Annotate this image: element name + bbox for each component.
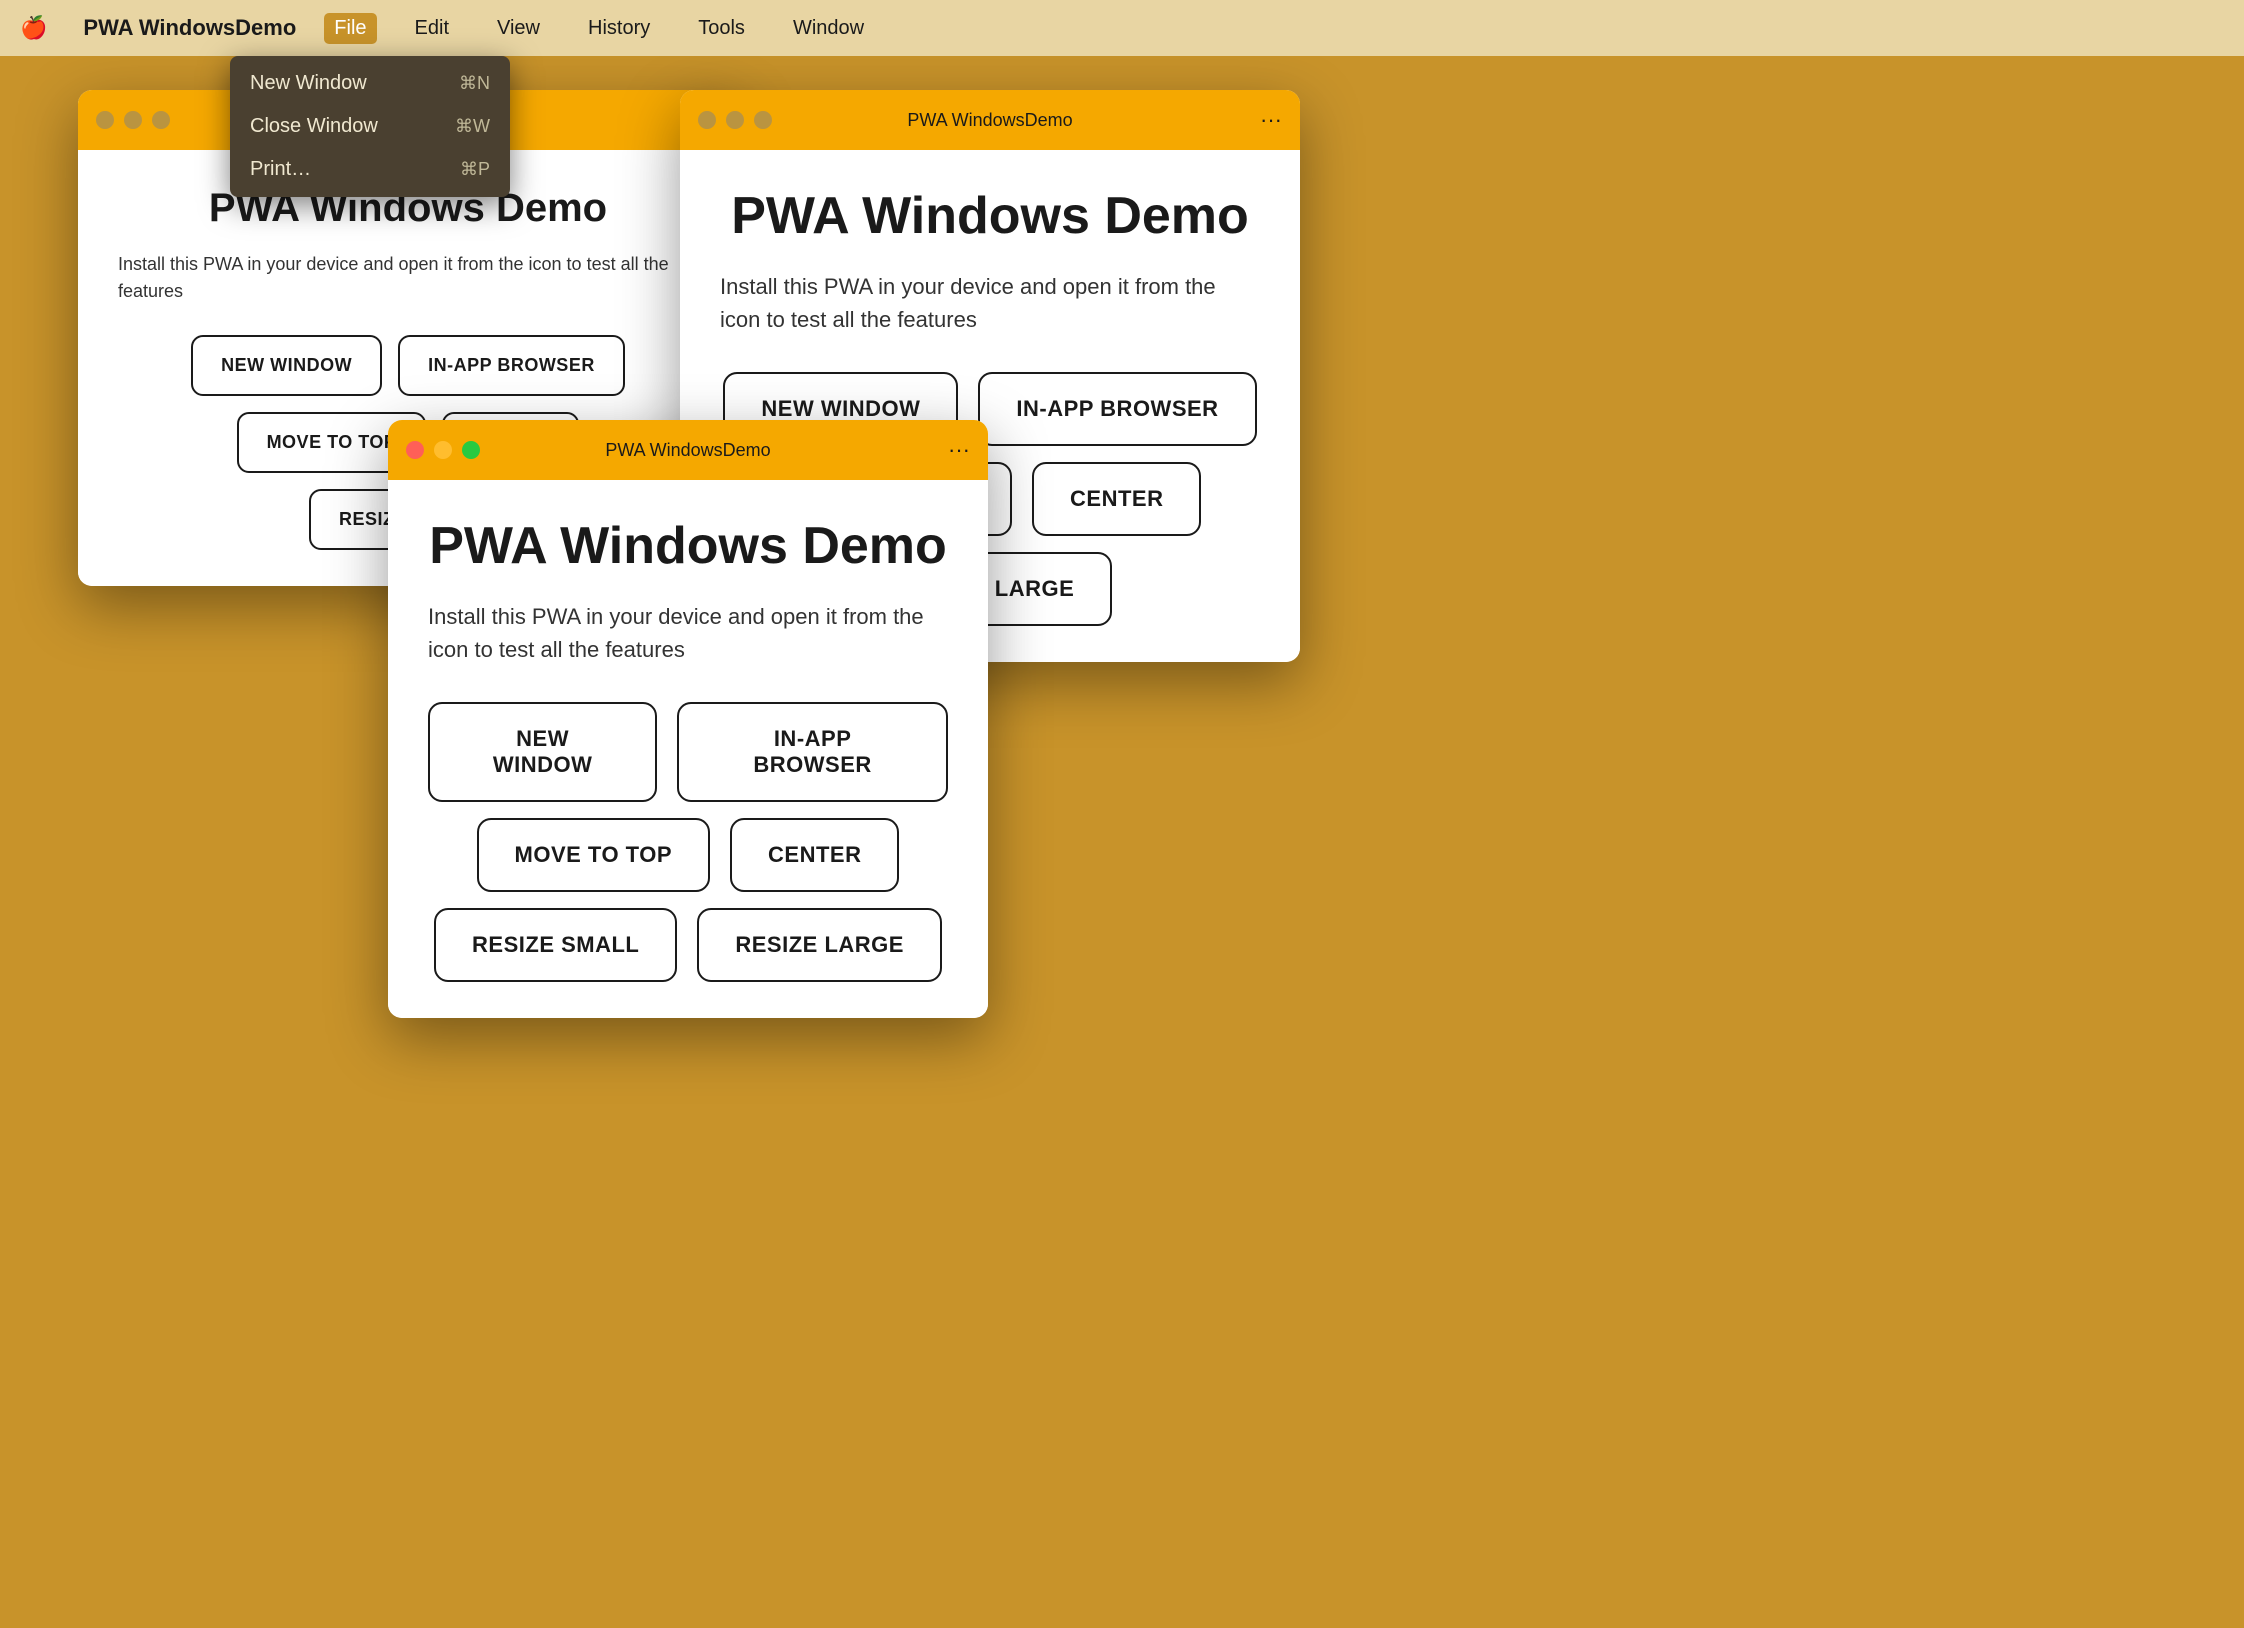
window-title-2: PWA WindowsDemo bbox=[907, 110, 1072, 131]
traffic-lights-3 bbox=[406, 441, 480, 459]
close-button-1[interactable] bbox=[96, 111, 114, 129]
window-more-2[interactable]: ··· bbox=[1260, 107, 1282, 133]
new-window-shortcut: ⌘N bbox=[459, 73, 490, 94]
minimize-button-2[interactable] bbox=[726, 111, 744, 129]
btn-resize-large-3[interactable]: RESIZE LARGE bbox=[697, 908, 942, 982]
menu-window[interactable]: Window bbox=[783, 13, 874, 44]
button-grid-3: NEW WINDOW IN-APP BROWSER MOVE TO TOP CE… bbox=[428, 702, 948, 982]
menu-tools[interactable]: Tools bbox=[688, 13, 755, 44]
app-name: PWA WindowsDemo bbox=[83, 15, 296, 41]
maximize-button-3[interactable] bbox=[462, 441, 480, 459]
btn-resize-small-3[interactable]: RESIZE SMALL bbox=[434, 908, 677, 982]
menubar: 🍎 PWA WindowsDemo File Edit View History… bbox=[0, 0, 2244, 56]
pwa-description-1: Install this PWA in your device and open… bbox=[118, 251, 698, 305]
minimize-button-1[interactable] bbox=[124, 111, 142, 129]
close-button-3[interactable] bbox=[406, 441, 424, 459]
pwa-description-2: Install this PWA in your device and open… bbox=[720, 270, 1260, 336]
window-content-3: PWA Windows Demo Install this PWA in you… bbox=[388, 480, 988, 1018]
btn-move-to-top-3[interactable]: MOVE TO TOP bbox=[477, 818, 711, 892]
menu-view[interactable]: View bbox=[487, 13, 550, 44]
pwa-heading-3: PWA Windows Demo bbox=[428, 516, 948, 576]
menu-close-window[interactable]: Close Window ⌘W bbox=[230, 105, 510, 148]
pwa-heading-2: PWA Windows Demo bbox=[720, 186, 1260, 246]
minimize-button-3[interactable] bbox=[434, 441, 452, 459]
menu-new-window[interactable]: New Window ⌘N bbox=[230, 62, 510, 105]
menu-history[interactable]: History bbox=[578, 13, 660, 44]
btn-new-window-3[interactable]: NEW WINDOW bbox=[428, 702, 657, 802]
btn-in-app-browser-2[interactable]: IN-APP BROWSER bbox=[978, 372, 1256, 446]
btn-center-3[interactable]: CENTER bbox=[730, 818, 899, 892]
close-window-label: Close Window bbox=[250, 115, 378, 138]
titlebar-2: PWA WindowsDemo ··· bbox=[680, 90, 1300, 150]
btn-row-3-2: MOVE TO TOP CENTER bbox=[477, 818, 900, 892]
btn-row-3-1: NEW WINDOW IN-APP BROWSER bbox=[428, 702, 948, 802]
menu-edit[interactable]: Edit bbox=[405, 13, 459, 44]
apple-menu-icon[interactable]: 🍎 bbox=[20, 15, 47, 41]
new-window-label: New Window bbox=[250, 72, 367, 95]
maximize-button-1[interactable] bbox=[152, 111, 170, 129]
titlebar-3: PWA WindowsDemo ··· bbox=[388, 420, 988, 480]
btn-in-app-browser-3[interactable]: IN-APP BROWSER bbox=[677, 702, 948, 802]
window-title-3: PWA WindowsDemo bbox=[605, 440, 770, 461]
pwa-window-3: PWA WindowsDemo ··· PWA Windows Demo Ins… bbox=[388, 420, 988, 1018]
btn-new-window-1[interactable]: NEW WINDOW bbox=[191, 335, 382, 396]
traffic-lights-2 bbox=[698, 111, 772, 129]
btn-row-1-1: NEW WINDOW IN-APP BROWSER bbox=[191, 335, 625, 396]
btn-row-3-3: RESIZE SMALL RESIZE LARGE bbox=[434, 908, 942, 982]
btn-center-2[interactable]: CENTER bbox=[1032, 462, 1201, 536]
menu-print[interactable]: Print… ⌘P bbox=[230, 148, 510, 191]
maximize-button-2[interactable] bbox=[754, 111, 772, 129]
pwa-description-3: Install this PWA in your device and open… bbox=[428, 600, 948, 666]
close-window-shortcut: ⌘W bbox=[455, 116, 490, 137]
window-more-3[interactable]: ··· bbox=[948, 437, 970, 463]
close-button-2[interactable] bbox=[698, 111, 716, 129]
btn-in-app-browser-1[interactable]: IN-APP BROWSER bbox=[398, 335, 625, 396]
file-dropdown-menu: New Window ⌘N Close Window ⌘W Print… ⌘P bbox=[230, 56, 510, 197]
menu-file[interactable]: File bbox=[324, 13, 376, 44]
print-shortcut: ⌘P bbox=[460, 159, 490, 180]
print-label: Print… bbox=[250, 158, 311, 181]
traffic-lights-1 bbox=[96, 111, 170, 129]
